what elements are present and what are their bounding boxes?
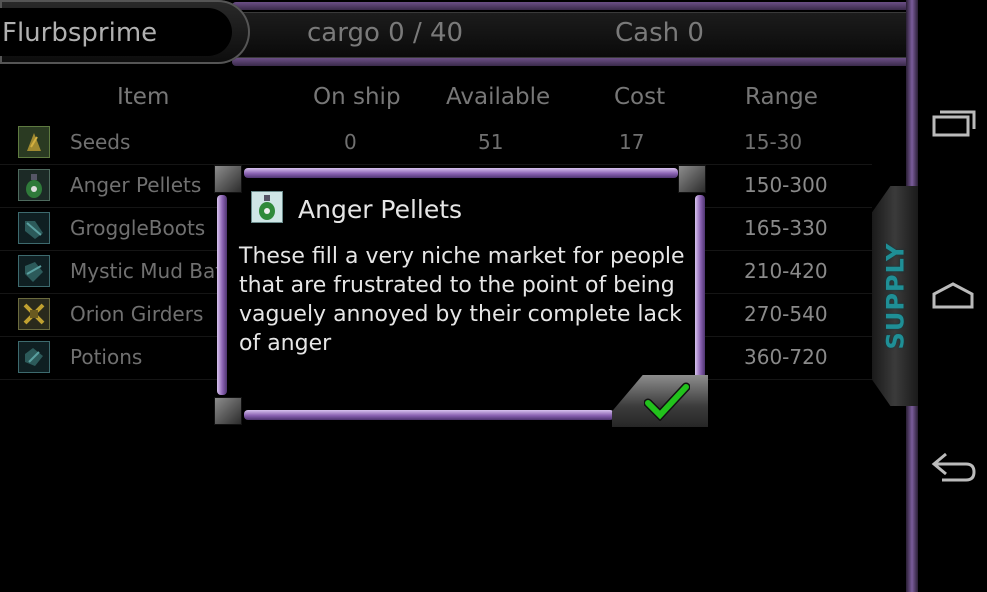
potion-bottle-icon [251,191,283,223]
range-value: 15-30 [744,130,803,154]
item-name: Orion Girders [70,302,204,326]
item-name: Anger Pellets [70,173,202,197]
dialog-frame-bottom [244,410,614,420]
dialog-frame-top [244,168,678,178]
range-value: 270-540 [744,302,828,326]
range-value: 150-300 [744,173,828,197]
back-icon [931,452,976,482]
dialog-description: These fill a very niche market for peopl… [239,244,685,356]
dialog-title: Anger Pellets [298,195,463,224]
potion-bottle-icon [18,169,50,201]
range-value: 360-720 [744,345,828,369]
range-value: 165-330 [744,216,828,240]
item-info-dialog: Anger Pellets These fill a very niche ma… [214,165,708,427]
dialog-corner-bl [214,397,242,425]
checkmark-icon [644,382,690,421]
column-header-range: Range [745,84,818,110]
table-row-seeds[interactable]: Seeds 0 51 17 15-30 [0,121,872,165]
dialog-frame-right [695,195,705,379]
recent-apps-button[interactable] [930,100,976,146]
back-button[interactable] [930,444,976,490]
on-ship-value: 0 [344,130,357,154]
home-button[interactable] [930,272,976,318]
column-header-cost: Cost [614,84,666,110]
seeds-icon [18,126,50,158]
cargo-capacity: cargo 0 / 40 [307,18,464,48]
supply-tab-label: SUPPLY [881,242,910,350]
boots-icon [18,212,50,244]
item-name: Seeds [70,130,131,154]
supply-tab[interactable]: SUPPLY [872,186,918,406]
dialog-corner-tr [678,165,706,193]
dialog-corner-tl [214,165,242,193]
cash-amount: Cash 0 [615,18,704,48]
available-value: 51 [478,130,504,154]
cost-value: 17 [619,130,645,154]
planet-name: Flurbsprime [2,18,158,48]
top-status-bar: Flurbsprime cargo 0 / 40 Cash 0 [0,0,912,68]
range-value: 210-420 [744,259,828,283]
android-nav-bar [918,0,987,592]
mud-bath-icon [18,255,50,287]
column-header-available: Available [446,84,551,110]
potions-icon [18,341,50,373]
recent-apps-icon [932,110,976,137]
item-name: Potions [70,345,143,369]
girders-icon [18,298,50,330]
dialog-frame-left [217,195,227,395]
column-header-on-ship: On ship [313,84,401,110]
home-icon [932,282,974,309]
item-name: GroggleBoots [70,216,206,240]
column-header-item: Item [117,84,170,110]
